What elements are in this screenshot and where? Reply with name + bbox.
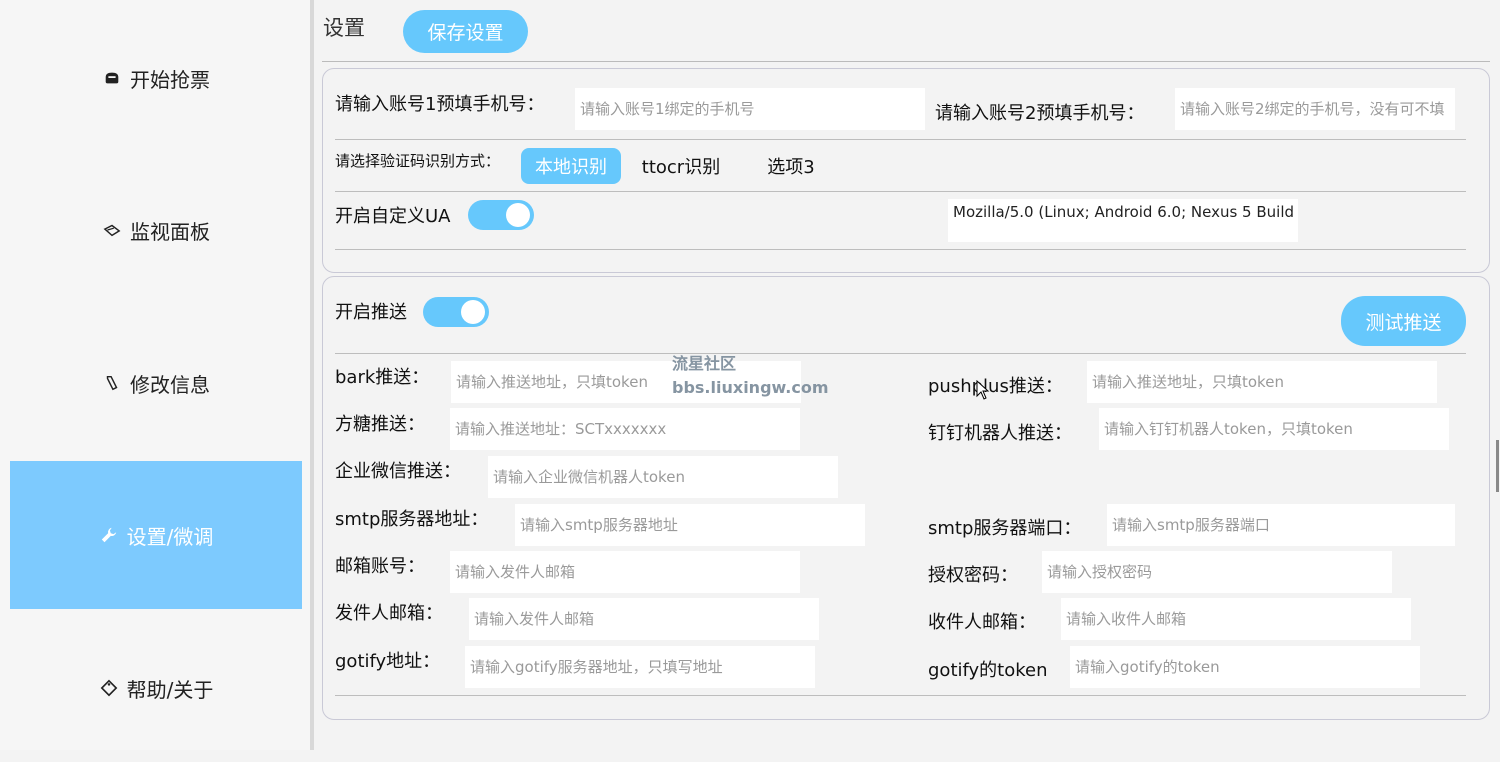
fangtang-input[interactable] [450,408,800,450]
custom-ua-toggle[interactable] [468,200,534,230]
phone2-label: 请输入账号2预填手机号： [935,103,1145,124]
watermark-line1: 流星社区 [672,354,737,373]
divider [335,191,1466,192]
page-title: 设置 [323,16,365,40]
phone1-input[interactable] [575,88,925,130]
custom-ua-input[interactable]: Mozilla/5.0 (Linux; Android 6.0; Nexus 5… [948,199,1298,242]
wrench-icon [99,525,119,545]
gotify-token-input[interactable] [1070,646,1420,688]
watermark-line2: bbs.liuxingw.com [672,378,829,397]
push-settings-panel: 开启推送 测试推送 bark推送： pushplus推送： 方糖推送： 钉钉机器… [322,276,1490,720]
dingtalk-label: 钉钉机器人推送： [928,423,1072,444]
sidebar: 开始抢票 监视面板 修改信息 设置/微调 帮助/关于 [0,0,310,750]
pushplus-label: pushplus推送： [928,376,1063,397]
toggle-knob [506,203,530,227]
divider [335,139,1466,140]
custom-ua-label: 开启自定义UA [335,206,451,227]
gotify-url-label: gotify地址： [335,651,441,672]
receiver-label: 收件人邮箱： [928,612,1036,633]
phone2-input[interactable] [1175,88,1455,130]
toggle-knob [461,300,485,324]
tag-icon [99,678,119,698]
smtp-host-input[interactable] [515,504,865,546]
scrollbar-thumb[interactable] [1496,440,1499,492]
captcha-option-ttocr[interactable]: ttocr识别 [631,148,731,184]
mail-account-label: 邮箱账号： [335,556,425,577]
receiver-input[interactable] [1061,598,1411,640]
wecom-input[interactable] [488,456,838,498]
sidebar-divider [310,0,314,750]
sidebar-item-edit-info[interactable]: 修改信息 [10,309,302,457]
save-settings-button[interactable]: 保存设置 [403,10,528,53]
captcha-option-local[interactable]: 本地识别 [521,148,621,184]
sender-label: 发件人邮箱： [335,603,443,624]
dingtalk-input[interactable] [1099,408,1449,450]
divider [335,695,1466,696]
smtp-port-input[interactable] [1107,504,1455,546]
dashboard-icon [102,220,122,240]
captcha-label: 请选择验证码识别方式： [335,152,501,170]
test-push-button[interactable]: 测试推送 [1341,296,1466,346]
divider [335,249,1466,250]
watermark: 流星社区 bbs.liuxingw.com [672,352,829,400]
sidebar-item-dashboard[interactable]: 监视面板 [10,156,302,304]
smtp-host-label: smtp服务器地址： [335,509,489,530]
pushplus-input[interactable] [1087,361,1437,403]
sidebar-item-start[interactable]: 开始抢票 [10,4,302,152]
captcha-option-3[interactable]: 选项3 [741,148,841,184]
divider [335,353,1466,354]
push-enable-label: 开启推送 [335,302,407,323]
gotify-token-label: gotify的token [928,660,1048,681]
sidebar-item-help[interactable]: 帮助/关于 [10,614,302,762]
ticket-icon [102,68,122,88]
sidebar-item-label: 开始抢票 [130,67,210,92]
wecom-label: 企业微信推送： [335,461,461,482]
sidebar-item-label: 监视面板 [130,219,210,244]
push-toggle[interactable] [423,297,489,327]
mail-account-input[interactable] [450,551,800,593]
sidebar-item-label: 帮助/关于 [126,677,214,702]
fangtang-label: 方糖推送： [335,414,425,435]
auth-code-label: 授权密码： [928,565,1018,586]
auth-code-input[interactable] [1042,551,1392,593]
gotify-url-input[interactable] [465,646,815,688]
mouse-cursor-icon [976,380,990,400]
header-divider [322,61,1490,62]
phone1-label: 请输入账号1预填手机号： [335,94,545,115]
account-settings-panel: 请输入账号1预填手机号： 请输入账号2预填手机号： 请选择验证码识别方式： 本地… [322,68,1490,273]
sidebar-item-settings[interactable]: 设置/微调 [10,461,302,609]
sender-input[interactable] [469,598,819,640]
bark-label: bark推送： [335,367,430,388]
sidebar-item-label: 设置/微调 [126,524,214,549]
edit-icon [102,373,122,393]
smtp-port-label: smtp服务器端口： [928,518,1082,539]
sidebar-item-label: 修改信息 [130,372,210,397]
